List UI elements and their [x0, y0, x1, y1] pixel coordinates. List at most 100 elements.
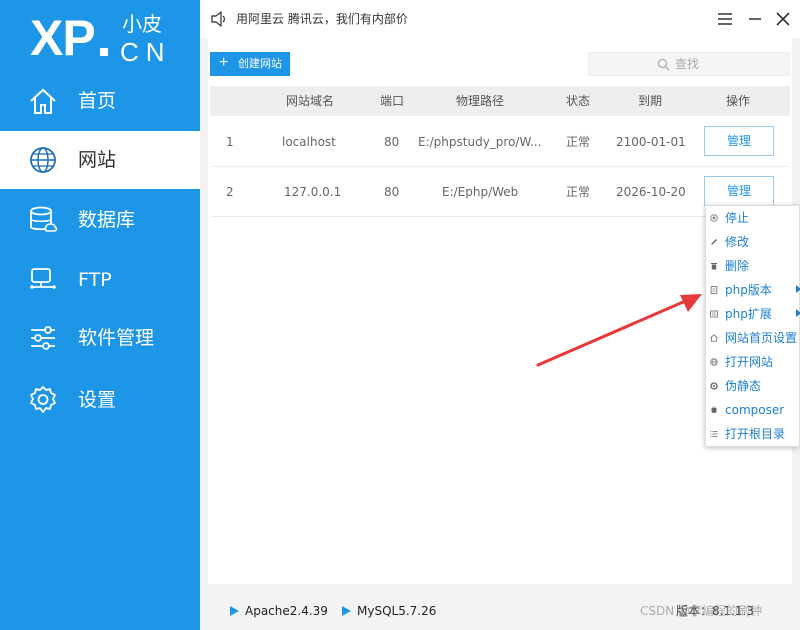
globe-icon — [30, 147, 56, 173]
minimize-icon[interactable] — [746, 10, 764, 28]
menu-item-php-extension[interactable]: php扩展 — [706, 302, 800, 326]
sidebar-item-label: 首页 — [78, 90, 117, 112]
manage-button[interactable]: 管理 — [704, 126, 774, 156]
play-icon — [342, 606, 351, 616]
header-action: 操作 — [726, 94, 751, 108]
sidebar-item-settings[interactable]: 设置 — [0, 371, 200, 429]
header-domain: 网站域名 — [286, 94, 335, 108]
extension-icon — [710, 310, 718, 318]
create-website-button[interactable]: + 创建网站 — [210, 52, 290, 76]
monitor-icon — [30, 268, 56, 289]
pencil-icon — [711, 239, 717, 245]
search-icon — [657, 58, 670, 71]
row-port: 80 — [384, 185, 400, 199]
row-index: 2 — [226, 185, 234, 199]
composer-icon — [711, 406, 717, 413]
menu-item-open-root-dir[interactable]: 打开根目录 — [706, 422, 800, 446]
logo-main: XP — [30, 10, 96, 66]
table-header: 网站域名 端口 物理路径 状态 到期 操作 — [210, 86, 790, 116]
apache-service[interactable]: Apache2.4.39 — [230, 592, 328, 630]
gear-icon — [30, 386, 56, 413]
home-icon — [710, 334, 718, 342]
menu-item-label: 打开根目录 — [725, 427, 786, 441]
close-icon[interactable] — [774, 10, 792, 28]
sidebar-item-label: 数据库 — [78, 209, 136, 231]
watermark: CSDN @李编程的刷钟 — [640, 604, 763, 618]
row-path: E:/Ephp/Web — [442, 185, 519, 199]
context-menu: 停止 修改 删除 php版本 php扩展 网站首页设置 打开网站 伪静态 com… — [705, 205, 800, 447]
submenu-arrow-icon — [796, 309, 800, 317]
speaker-icon — [211, 11, 226, 27]
sliders-icon — [31, 326, 55, 350]
manage-button[interactable]: 管理 — [704, 176, 774, 206]
menu-item-label: php扩展 — [725, 307, 772, 321]
apache-label: Apache2.4.39 — [245, 604, 328, 618]
play-icon — [230, 606, 239, 616]
menu-item-label: 停止 — [725, 211, 750, 225]
create-website-label: 创建网站 — [238, 58, 282, 70]
row-expire: 2026-10-20 — [616, 185, 686, 199]
mysql-service[interactable]: MySQL5.7.26 — [342, 592, 436, 630]
notice-text[interactable]: 用阿里云 腾讯云，我们有内部价 — [236, 0, 408, 38]
logo-small-bottom: CN — [120, 37, 172, 67]
row-domain: 127.0.0.1 — [284, 185, 342, 199]
menu-item-label: 修改 — [725, 235, 750, 249]
row-status: 正常 — [566, 135, 591, 149]
menu-item-edit[interactable]: 修改 — [706, 230, 800, 254]
sidebar-item-label: 软件管理 — [78, 327, 155, 349]
menu-item-php-version[interactable]: php版本 — [706, 278, 800, 302]
sidebar-item-website[interactable]: 网站 — [0, 131, 200, 189]
plus-icon: + — [219, 54, 229, 71]
logo-small-top: 小皮 — [122, 12, 162, 36]
sidebar: XP 小皮 CN 首页 网站 数据库 FTP 软件管理 设置 — [0, 0, 200, 630]
submenu-arrow-icon — [796, 285, 800, 293]
globe-icon — [710, 358, 718, 366]
menu-item-label: 打开网站 — [725, 355, 774, 369]
row-status: 正常 — [566, 185, 591, 199]
header-status: 状态 — [566, 94, 591, 108]
menu-item-rewrite[interactable]: 伪静态 — [706, 374, 800, 398]
row-port: 80 — [384, 135, 400, 149]
menu-item-label: 删除 — [725, 259, 750, 273]
menu-item-homepage-settings[interactable]: 网站首页设置 — [706, 326, 800, 350]
logo: XP 小皮 CN — [30, 8, 190, 68]
sidebar-item-ftp[interactable]: FTP — [0, 251, 200, 309]
row-expire: 2100-01-01 — [616, 135, 686, 149]
table-row[interactable]: 1 localhost 80 E:/phpstudy_pro/W... 正常 2… — [210, 117, 790, 167]
refresh-icon — [710, 382, 718, 390]
row-path: E:/phpstudy_pro/W... — [418, 135, 542, 149]
search-box[interactable] — [588, 52, 790, 76]
menu-item-stop[interactable]: 停止 — [706, 206, 800, 230]
header-expire: 到期 — [638, 94, 663, 108]
sidebar-item-label: 网站 — [78, 149, 117, 171]
sidebar-item-label: 设置 — [78, 389, 117, 411]
sidebar-item-database[interactable]: 数据库 — [0, 191, 200, 249]
sidebar-item-software[interactable]: 软件管理 — [0, 309, 200, 367]
statusbar: Apache2.4.39 MySQL5.7.26 版本：8.1.1.3 CSDN… — [200, 592, 800, 630]
home-icon — [30, 88, 56, 114]
menu-item-label: php版本 — [725, 283, 772, 297]
row-index: 1 — [226, 135, 234, 149]
sidebar-item-home[interactable]: 首页 — [0, 72, 200, 130]
header-port: 端口 — [380, 94, 405, 108]
menu-icon[interactable] — [716, 10, 734, 28]
file-icon — [710, 286, 718, 294]
sidebar-item-label: FTP — [78, 269, 112, 291]
header-path: 物理路径 — [456, 94, 505, 108]
menu-item-label: 伪静态 — [725, 379, 762, 393]
list-icon — [710, 431, 718, 437]
titlebar: 用阿里云 腾讯云，我们有内部价 — [200, 0, 800, 38]
menu-item-label: composer — [725, 403, 785, 417]
row-domain: localhost — [282, 135, 336, 149]
search-input[interactable] — [675, 55, 775, 73]
mysql-label: MySQL5.7.26 — [357, 604, 437, 618]
menu-item-label: 网站首页设置 — [725, 331, 798, 345]
logo-dot — [100, 48, 108, 56]
menu-item-composer[interactable]: composer — [706, 398, 800, 422]
menu-item-delete[interactable]: 删除 — [706, 254, 800, 278]
trash-icon — [711, 263, 717, 270]
menu-item-open-website[interactable]: 打开网站 — [706, 350, 800, 374]
table-row[interactable]: 2 127.0.0.1 80 E:/Ephp/Web 正常 2026-10-20… — [210, 167, 790, 217]
database-icon — [30, 206, 58, 232]
stop-icon — [710, 214, 718, 222]
